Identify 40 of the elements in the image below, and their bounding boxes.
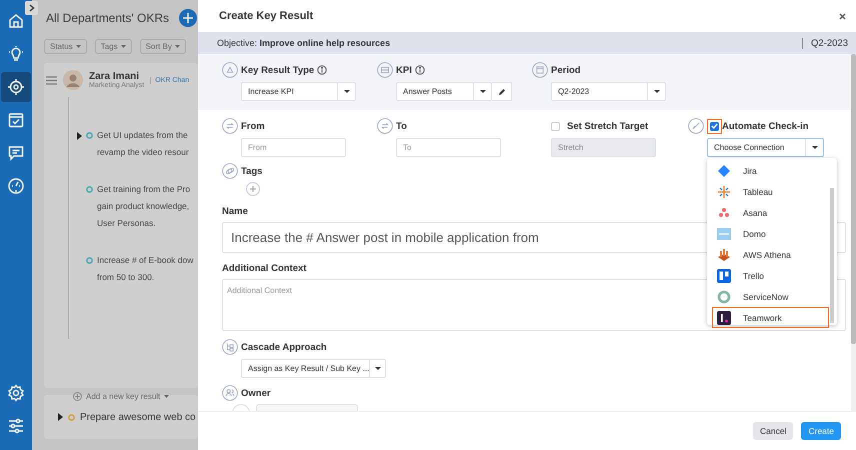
field-label: Period — [551, 64, 581, 76]
key-result-text: Get UI updates from the — [97, 129, 189, 141]
field-label: Key Result Type — [241, 64, 314, 76]
field-label: Name — [222, 206, 248, 217]
connection-select[interactable]: Choose Connection — [707, 138, 824, 157]
objective-text: Objective: Improve online help resources — [217, 38, 390, 48]
cascade-select[interactable]: Assign as Key Result / Sub Key ... — [241, 359, 386, 378]
period-select[interactable]: Q2-2023 — [551, 82, 666, 101]
connection-option[interactable]: Domo — [712, 223, 829, 244]
connection-option[interactable]: Asana — [712, 202, 829, 223]
key-result-text: Get training from the Pro — [97, 183, 190, 195]
field-label: Additional Context — [222, 263, 306, 274]
from-input[interactable]: From — [241, 138, 346, 157]
field-label: KPI — [396, 64, 412, 76]
cancel-button[interactable]: Cancel — [753, 422, 794, 440]
objective-title: Prepare awesome web co — [80, 412, 196, 422]
field-label: Tags — [241, 166, 262, 176]
field-label: Owner — [241, 388, 271, 398]
key-result-text: revamp the video resour — [97, 146, 189, 158]
checkbox-label: Automate Check-in — [722, 120, 809, 132]
field-label: From — [241, 120, 265, 132]
connection-option[interactable]: ServiceNow — [712, 286, 829, 307]
key-result-type-select[interactable]: Increase KPI — [241, 82, 356, 101]
connection-option[interactable]: Teamwork — [712, 307, 829, 328]
user-name: Zara Imani — [89, 71, 140, 82]
key-result-text: Increase # of E-book dow — [97, 254, 194, 266]
add-key-result-link[interactable]: Add a new key result — [73, 392, 170, 401]
to-input[interactable]: To — [396, 138, 501, 157]
page-title: All Departments' OKRs — [46, 11, 169, 25]
dialog-title: Create Key Result — [219, 10, 314, 22]
key-result-text: User Personas. — [97, 217, 157, 229]
connection-option[interactable]: Tableau — [712, 181, 829, 202]
checkbox-label: Set Stretch Target — [567, 120, 648, 132]
field-label: To — [396, 120, 407, 132]
period-badge: Q2-2023 — [802, 38, 848, 48]
key-result-text: gain product knowledge, — [97, 200, 190, 212]
field-label: Cascade Approach — [241, 342, 327, 352]
key-result-text: from 50 to 300. — [97, 271, 156, 283]
connection-option[interactable]: Jira — [712, 160, 829, 181]
kpi-select[interactable]: Answer Posts — [396, 82, 492, 101]
